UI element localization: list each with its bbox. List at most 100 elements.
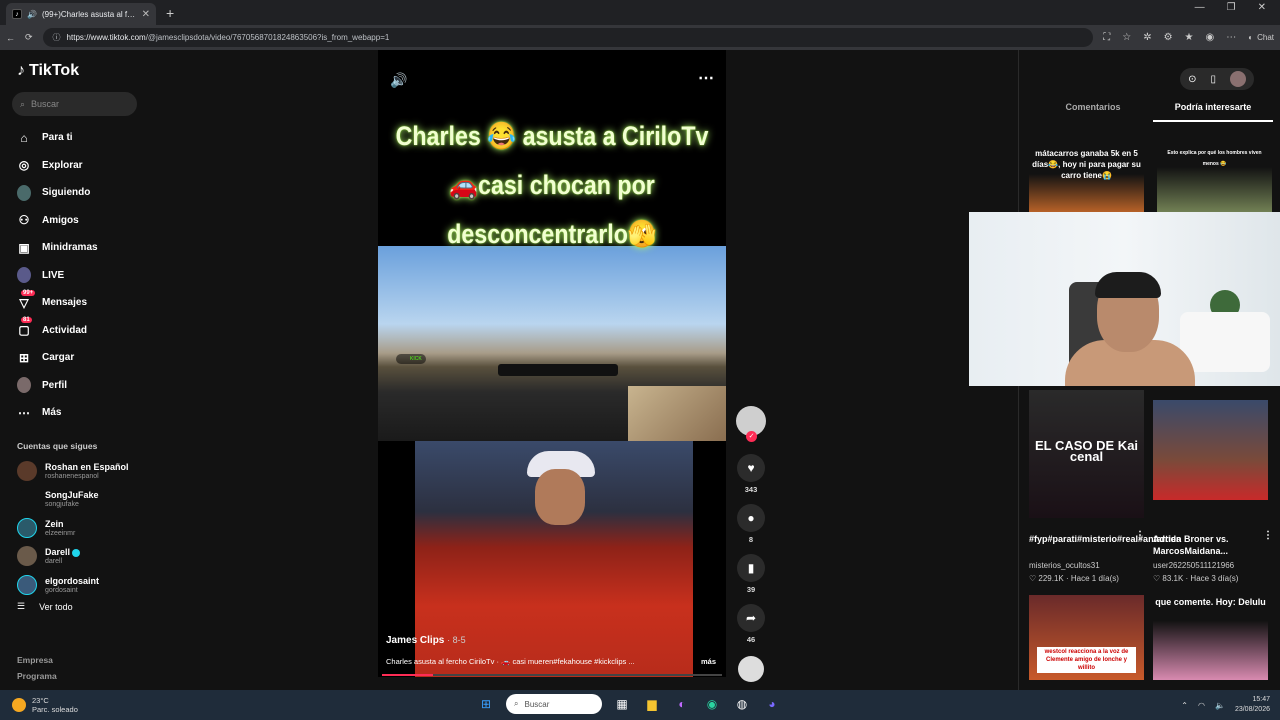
url-input[interactable]: ⓘ https://www.tiktok.com/@jamesclipsdota… <box>42 28 1094 47</box>
card-user[interactable]: misterios_ocultos31 <box>1029 561 1100 570</box>
edge-icon[interactable]: ◉ <box>702 694 722 714</box>
recommended-card[interactable]: Esto explica por qué los hombres viven m… <box>1157 146 1272 216</box>
clock[interactable]: 15:47 23/08/2026 <box>1235 695 1270 715</box>
comment-button[interactable]: ● <box>737 504 765 532</box>
profile-icon[interactable]: ◉ <box>1206 32 1215 43</box>
tab-comentarios[interactable]: Comentarios <box>1033 102 1153 122</box>
more-link[interactable]: más <box>696 657 716 666</box>
following-item[interactable]: elgordosaint gordosaint <box>17 571 160 600</box>
card-overlay-text: EL CASO DE Kai cenal <box>1034 438 1139 464</box>
wifi-icon[interactable]: ◠ <box>1198 701 1205 710</box>
music-disc[interactable] <box>738 656 764 682</box>
translate-icon[interactable]: ⛶ <box>1103 32 1110 43</box>
progress-fill <box>382 674 433 676</box>
clock-time: 15:47 <box>1252 696 1270 703</box>
browser-tabbar: ♪ 🔊 (99+)Charles asusta al fercho ✕ + — … <box>0 0 1280 25</box>
volume-icon[interactable]: 🔊 <box>390 72 407 89</box>
new-tab-button[interactable]: + <box>166 5 174 21</box>
card-title[interactable]: Adrien Broner vs. MarcosMaidana... <box>1153 533 1268 557</box>
minimize-button[interactable]: — <box>1195 2 1205 13</box>
site-info-icon[interactable]: ⓘ <box>53 32 61 43</box>
like-button[interactable]: ♥ <box>737 454 765 482</box>
nav-amigos[interactable]: ⚇ Amigos <box>17 207 160 235</box>
bookmark-icon: ▮ <box>747 561 755 575</box>
following-item[interactable]: Zein elzeeinmr <box>17 514 160 543</box>
nav-minidramas[interactable]: ▣ Minidramas <box>17 234 160 262</box>
maximize-button[interactable]: ❐ <box>1227 2 1236 13</box>
nav-siguiendo[interactable]: Siguiendo <box>17 179 160 207</box>
search-input[interactable]: ⌕ Buscar <box>12 92 137 116</box>
avatar <box>17 574 37 595</box>
progress-bar[interactable] <box>382 674 722 676</box>
card-overlay-text: mátacarros ganaba 5k en 5 días😂, hoy ni … <box>1032 149 1141 180</box>
tray-chevron-icon[interactable]: ⌃ <box>1181 701 1188 710</box>
nav-label: Explorar <box>42 159 83 171</box>
copilot-icon[interactable]: ◐ <box>672 694 692 714</box>
tab-title: (99+)Charles asusta al fercho <box>41 9 137 19</box>
nav-perfil[interactable]: Perfil <box>17 372 160 400</box>
following-item[interactable]: Roshan en Español roshanenespanol <box>17 457 160 486</box>
profile-avatar-small[interactable] <box>1230 71 1246 87</box>
following-item[interactable]: SongJuFake songjufake <box>17 485 160 514</box>
card-title[interactable]: #fyp#parati#misterio#real#antartida <box>1029 533 1181 545</box>
menu-icon[interactable]: ⋯ <box>1226 32 1236 43</box>
obs-icon[interactable]: ◍ <box>732 694 752 714</box>
recommended-card[interactable]: que comente. Hoy: Delulu <box>1153 595 1268 680</box>
footer-link-empresa[interactable]: Empresa <box>17 652 57 668</box>
file-explorer-icon[interactable]: ▆ <box>642 694 662 714</box>
following-item[interactable]: Darell darell <box>17 542 160 571</box>
more-icon: ⋯ <box>18 405 30 420</box>
nav-para-ti[interactable]: ⌂ Para ti <box>17 124 160 152</box>
device-icon[interactable]: ▯ <box>1210 74 1216 85</box>
recommended-card[interactable]: westcol reacciona a la voz de Clemente a… <box>1029 595 1144 680</box>
follow-plus-icon[interactable]: ✓ <box>746 431 757 442</box>
reload-icon[interactable]: ⟳ <box>25 32 33 43</box>
discord-icon[interactable]: ◕ <box>762 694 782 714</box>
taskbar-search[interactable]: ⌕ Buscar <box>506 694 602 714</box>
compass-small-icon[interactable]: ⊙ <box>1188 74 1196 85</box>
chat-button[interactable]: ◐ Chat <box>1248 33 1274 42</box>
nav-mensajes[interactable]: ▽ 99+ Mensajes <box>17 289 160 317</box>
share-button[interactable]: ➦ <box>737 604 765 632</box>
card-more-icon[interactable]: ⋮ <box>1263 530 1273 541</box>
more-options-icon[interactable]: ⋯ <box>698 68 715 88</box>
save-count: 39 <box>746 585 756 594</box>
close-window-button[interactable]: ✕ <box>1258 2 1266 13</box>
bookmark-star-icon[interactable]: ☆ <box>1122 32 1131 43</box>
following-name: Zein <box>45 518 64 529</box>
nav-mas[interactable]: ⋯ Más <box>17 399 160 427</box>
author-name: James Clips <box>386 635 445 646</box>
video-author[interactable]: James Clips · 8-5 <box>386 635 466 646</box>
see-all-button[interactable]: ☰ Ver todo <box>17 601 160 612</box>
kick-tag: KICK <box>396 354 426 364</box>
recommended-card[interactable]: mátacarros ganaba 5k en 5 días😂, hoy ni … <box>1029 146 1144 216</box>
nav-live[interactable]: LIVE <box>17 262 160 290</box>
save-button[interactable]: ▮ <box>737 554 765 582</box>
favorites-icon[interactable]: ★ <box>1185 32 1194 43</box>
tab-podria-interesarte[interactable]: Podría interesarte <box>1153 102 1273 122</box>
windows-start-icon[interactable]: ⊞ <box>476 694 496 714</box>
collections-icon[interactable]: ⚙ <box>1164 32 1173 43</box>
creator-avatar[interactable]: ✓ <box>736 406 766 442</box>
card-more-icon[interactable]: ⋮ <box>1135 530 1145 541</box>
video-description: Charles asusta al fercho CiriloTv · 🚗 ca… <box>386 657 716 666</box>
like-count: 343 <box>744 485 758 494</box>
card-user[interactable]: user262250511121966 <box>1153 561 1234 570</box>
recommended-card[interactable] <box>1153 400 1268 500</box>
tiktok-logo[interactable]: ♪ TikTok <box>17 62 160 80</box>
nav-explorar[interactable]: ◎ Explorar <box>17 152 160 180</box>
footer-link-programa[interactable]: Programa <box>17 668 57 684</box>
extensions-icon[interactable]: ✲ <box>1143 32 1151 43</box>
volume-tray-icon[interactable]: 🔈 <box>1215 701 1225 710</box>
person-hair <box>1095 272 1161 298</box>
weather-widget[interactable]: 23°C Parc. soleado <box>0 696 300 714</box>
nav-actividad[interactable]: ▢ 81 Actividad <box>17 317 160 345</box>
back-icon[interactable]: ← <box>6 33 15 43</box>
tab-close-button[interactable]: ✕ <box>142 9 150 20</box>
browser-tab[interactable]: ♪ 🔊 (99+)Charles asusta al fercho ✕ <box>6 3 156 25</box>
speaker-icon[interactable]: 🔊 <box>27 10 37 19</box>
recommended-card[interactable]: EL CASO DE Kai cenal <box>1029 390 1144 518</box>
minidrama-icon: ▣ <box>18 240 30 255</box>
nav-cargar[interactable]: ⊞ Cargar <box>17 344 160 372</box>
task-view-icon[interactable]: ▦ <box>612 694 632 714</box>
